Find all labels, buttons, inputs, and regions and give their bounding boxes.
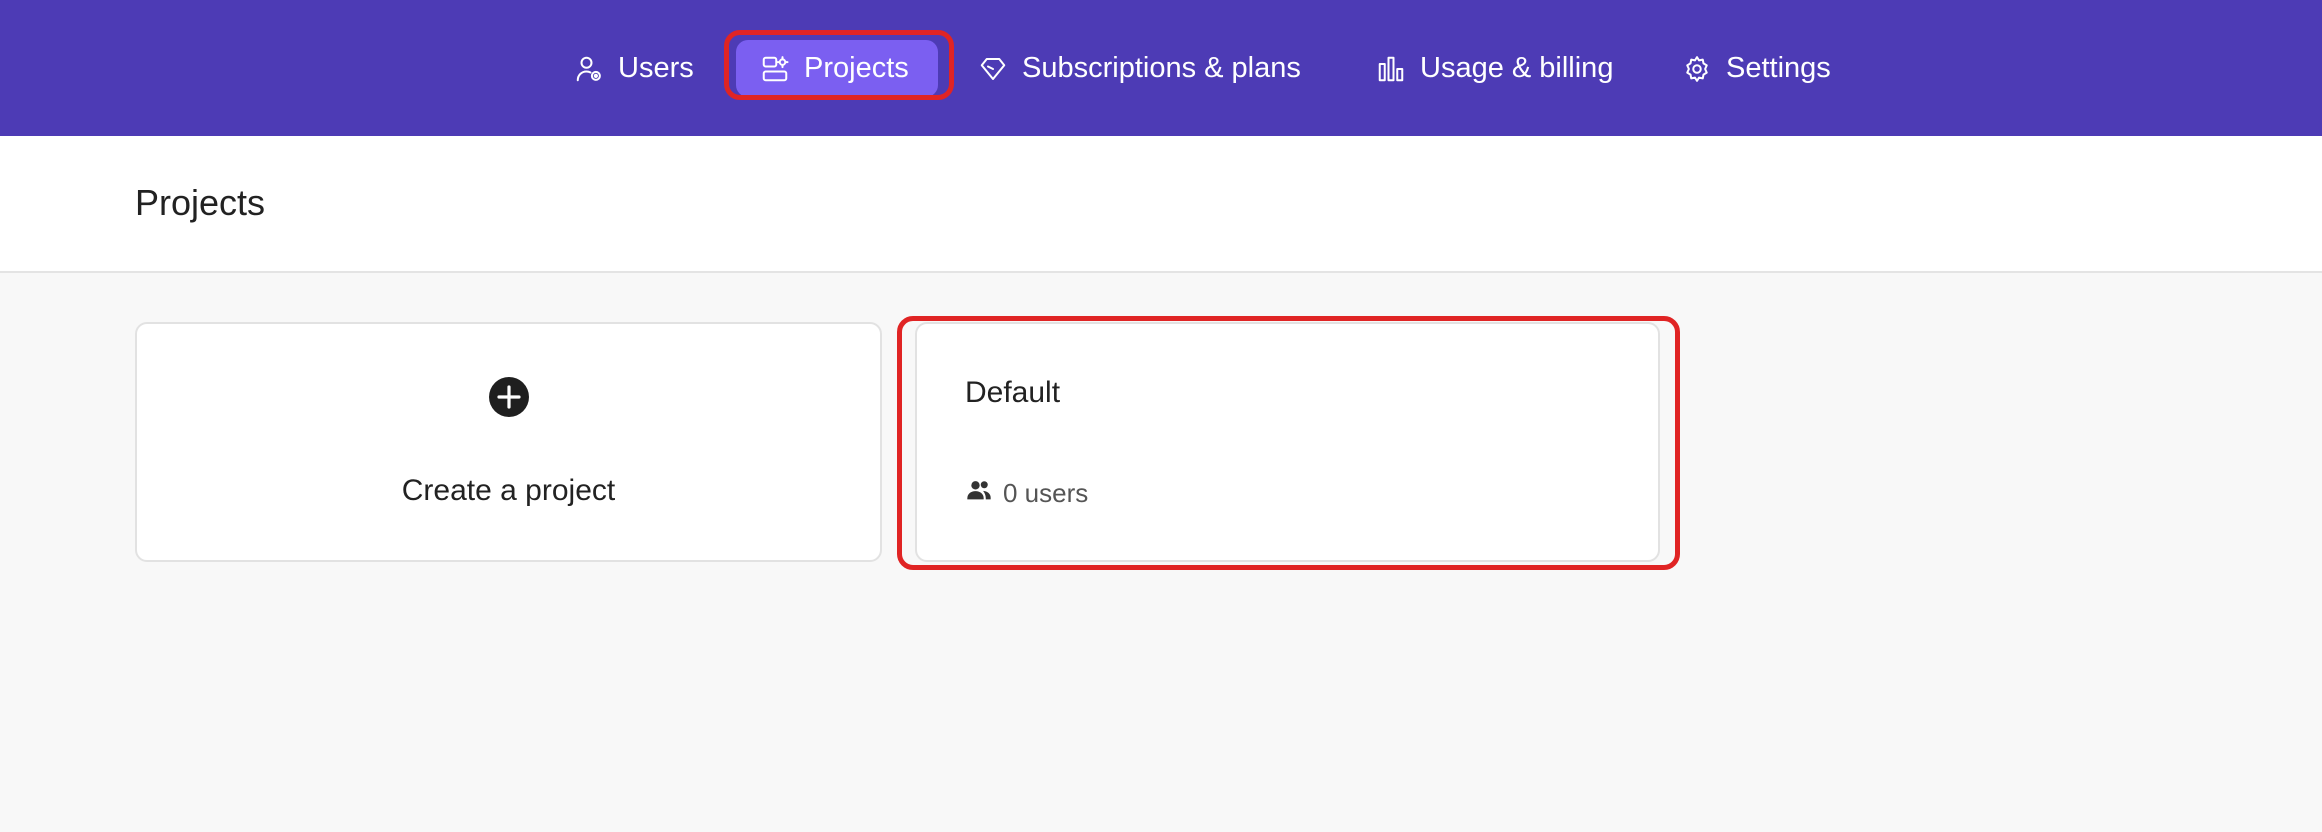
project-users-text: 0 users — [1003, 478, 1089, 508]
project-users-count: 0 users — [965, 476, 1088, 511]
page-title: Projects — [135, 182, 266, 223]
nav-item-projects-label: Projects — [804, 52, 909, 84]
top-navigation: Users Projects Subscriptions & plans Usa… — [0, 0, 2322, 136]
nav-item-settings-label: Settings — [1726, 52, 1831, 84]
nav-item-usage-billing[interactable]: Usage & billing — [1376, 40, 1613, 97]
nav-item-usage-billing-label: Usage & billing — [1420, 52, 1614, 84]
create-project-label: Create a project — [401, 474, 616, 507]
user-gear-icon — [574, 54, 604, 84]
project-name: Default — [965, 376, 1061, 409]
nav-item-subscriptions[interactable]: Subscriptions & plans — [978, 40, 1301, 97]
gear-icon — [1682, 54, 1712, 84]
users-icon — [965, 476, 1003, 511]
nav-item-users-label: Users — [618, 52, 694, 84]
plus-circle-icon — [488, 376, 530, 418]
nav-item-users[interactable]: Users — [574, 40, 694, 97]
create-project-card[interactable]: Create a project — [135, 322, 882, 562]
projects-icon — [760, 54, 790, 84]
project-card-default[interactable]: Default 0 users — [915, 322, 1660, 562]
nav-item-projects[interactable]: Projects — [736, 40, 938, 97]
nav-item-subscriptions-label: Subscriptions & plans — [1022, 52, 1301, 84]
nav-item-settings[interactable]: Settings — [1682, 40, 1831, 97]
diamond-icon — [978, 54, 1008, 84]
page-header: Projects — [0, 136, 2322, 273]
bar-chart-icon — [1376, 54, 1406, 84]
